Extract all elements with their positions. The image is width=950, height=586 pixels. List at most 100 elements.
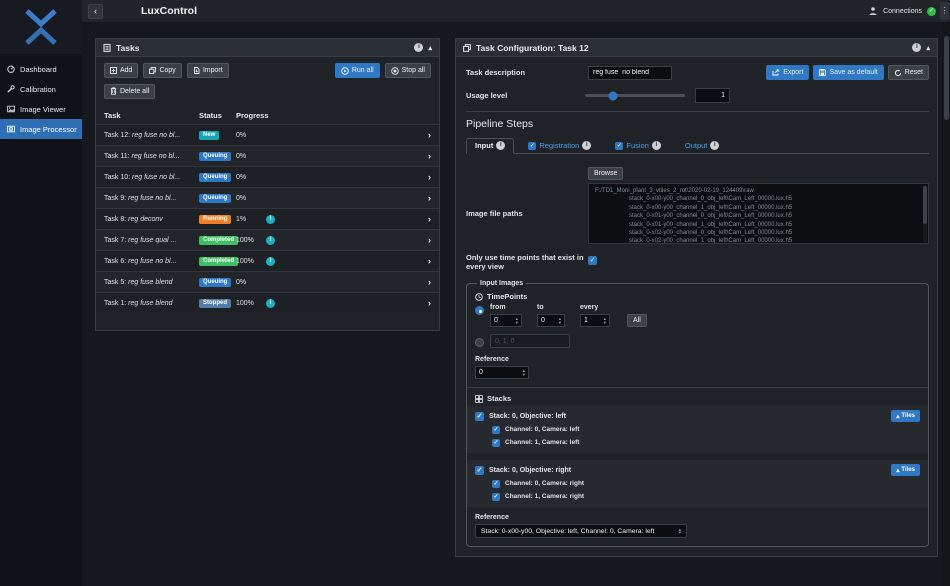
- collapse-panel-icon[interactable]: ▴: [428, 44, 432, 52]
- task-info-icon[interactable]: i: [266, 299, 275, 308]
- registration-checkbox[interactable]: [528, 142, 536, 150]
- every-label: every: [580, 304, 610, 311]
- reference-select[interactable]: Stack: 0-x00-y00, Objective: left, Chann…: [475, 524, 687, 538]
- to-spinner[interactable]: 0▴▾: [537, 314, 565, 327]
- stepper-icon[interactable]: ▴▾: [516, 317, 518, 324]
- tab-output[interactable]: Output i: [677, 139, 728, 153]
- sidebar-item-dashboard[interactable]: Dashboard: [0, 59, 82, 79]
- tab-registration[interactable]: Registration i: [520, 139, 599, 153]
- stack-checkbox[interactable]: [475, 412, 484, 421]
- timepoints-list-radio[interactable]: [475, 338, 484, 347]
- task-row[interactable]: Task 12: reg fuse no bl... New 0% ›: [96, 124, 439, 145]
- task-info-icon[interactable]: i: [266, 257, 275, 266]
- stepper-icon[interactable]: ▴▾: [604, 317, 606, 324]
- status-badge: Queuing: [199, 194, 231, 203]
- task-row[interactable]: Task 10: reg fuse no bl... Queuing 0% ›: [96, 166, 439, 187]
- paths-scrollbar[interactable]: [923, 185, 927, 242]
- from-spinner[interactable]: 0▴▾: [490, 314, 522, 327]
- collapse-panel-icon[interactable]: ▴: [926, 44, 930, 52]
- task-progress: 0%: [236, 279, 266, 286]
- sidebar-item-image-processor[interactable]: Image Processor: [0, 119, 82, 139]
- status-badge: Running: [199, 215, 231, 224]
- task-row[interactable]: Task 6: reg fuse no bl... Completed 100%…: [96, 250, 439, 271]
- stepper-icon[interactable]: ▴▾: [523, 369, 525, 376]
- timepoints-range-radio[interactable]: [475, 306, 484, 315]
- stack-checkbox[interactable]: [475, 466, 484, 475]
- stepper-icon[interactable]: ▴▾: [559, 317, 561, 324]
- tasks-panel-title: Tasks: [116, 43, 139, 53]
- divider: [466, 111, 929, 112]
- tiles-label: Tiles: [901, 467, 915, 473]
- task-name: reg fuse no bl...: [128, 195, 176, 202]
- info-icon[interactable]: i: [414, 43, 423, 52]
- reference-spinner[interactable]: 0▴▾: [475, 366, 529, 379]
- task-name: reg fuse blend: [128, 300, 172, 307]
- delete-all-button[interactable]: Delete all: [104, 84, 155, 99]
- page-scrollbar[interactable]: [942, 22, 950, 586]
- task-name: reg fuse no bl...: [132, 153, 180, 160]
- usage-level-value[interactable]: 1: [695, 88, 730, 103]
- back-button[interactable]: ‹: [88, 4, 103, 19]
- task-row[interactable]: Task 7: reg fuse qual ... Completed 100%…: [96, 229, 439, 250]
- channel-checkbox[interactable]: [492, 493, 500, 501]
- info-icon[interactable]: i: [652, 141, 661, 150]
- every-spinner[interactable]: 1▴▾: [580, 314, 610, 327]
- channel-checkbox[interactable]: [492, 439, 500, 447]
- connections-label[interactable]: Connections: [883, 8, 922, 15]
- copy-button[interactable]: Copy: [143, 63, 181, 78]
- overflow-menu-button[interactable]: ⋮: [940, 2, 949, 20]
- stop-all-button[interactable]: Stop all: [385, 63, 431, 78]
- info-icon[interactable]: i: [710, 141, 719, 150]
- pipeline-steps-title: Pipeline Steps: [466, 118, 929, 130]
- pages-icon: [463, 44, 471, 52]
- task-row[interactable]: Task 1: reg fuse blend Stopped 100% i ›: [96, 292, 439, 313]
- sidebar-item-image-viewer[interactable]: Image Viewer: [0, 99, 82, 119]
- task-description-label: Task description: [466, 68, 588, 77]
- import-button[interactable]: Import: [187, 63, 229, 78]
- task-info-icon[interactable]: i: [266, 215, 275, 224]
- channel-checkbox[interactable]: [492, 480, 500, 488]
- info-icon[interactable]: i: [582, 141, 591, 150]
- channel-checkbox[interactable]: [492, 426, 500, 434]
- fusion-checkbox[interactable]: [615, 142, 623, 150]
- tiles-button[interactable]: ▴Tiles: [891, 410, 920, 422]
- task-row[interactable]: Task 9: reg fuse no bl... Queuing 0% ›: [96, 187, 439, 208]
- slider-thumb[interactable]: [609, 91, 618, 100]
- task-info-icon[interactable]: i: [266, 236, 275, 245]
- sidebar-item-label: Calibration: [20, 85, 56, 94]
- tiles-button[interactable]: ▴Tiles: [891, 464, 920, 476]
- sidebar-item-calibration[interactable]: Calibration: [0, 79, 82, 99]
- info-icon[interactable]: i: [496, 141, 505, 150]
- run-all-button[interactable]: Run all: [335, 63, 380, 78]
- tab-fusion[interactable]: Fusion i: [607, 139, 669, 153]
- path-line: F:/TD1_Moni_plant_3_vtiles_2_rot\2020-02…: [595, 187, 920, 195]
- add-button[interactable]: Add: [104, 63, 138, 78]
- tab-label: Fusion: [626, 141, 649, 150]
- task-id: Task 10:: [104, 174, 130, 181]
- browse-label: Browse: [594, 170, 617, 177]
- timepoints-list-input[interactable]: [490, 334, 570, 348]
- stop-all-label: Stop all: [402, 67, 425, 74]
- gauge-icon: [7, 65, 15, 73]
- column-progress: Progress: [236, 111, 266, 120]
- all-button[interactable]: All: [627, 314, 647, 327]
- scrollbar-thumb[interactable]: [944, 36, 949, 120]
- usage-level-slider[interactable]: [585, 94, 685, 97]
- save-as-default-button[interactable]: Save as default: [813, 65, 883, 80]
- info-icon[interactable]: i: [912, 43, 921, 52]
- only-timepoints-checkbox[interactable]: [588, 256, 597, 265]
- stack-label: Stack: 0, Objective: right: [489, 467, 571, 474]
- reset-button[interactable]: Reset: [888, 65, 929, 80]
- stop-circle-icon: [391, 67, 399, 75]
- browse-button[interactable]: Browse: [588, 167, 623, 180]
- image-file-paths-box[interactable]: F:/TD1_Moni_plant_3_vtiles_2_rot\2020-02…: [588, 183, 929, 244]
- stacks-label: Stacks: [487, 394, 511, 403]
- stepper-icon: ▴▾: [679, 528, 681, 535]
- task-row[interactable]: Task 5: reg fuse blend Queuing 0% ›: [96, 271, 439, 292]
- tab-input[interactable]: Input i: [466, 138, 514, 154]
- status-badge: New: [199, 131, 219, 140]
- task-description-input[interactable]: [588, 66, 672, 80]
- export-button[interactable]: Export: [766, 65, 809, 80]
- task-row[interactable]: Task 8: reg deconv Running 1% i ›: [96, 208, 439, 229]
- task-row[interactable]: Task 11: reg fuse no bl... Queuing 0% ›: [96, 145, 439, 166]
